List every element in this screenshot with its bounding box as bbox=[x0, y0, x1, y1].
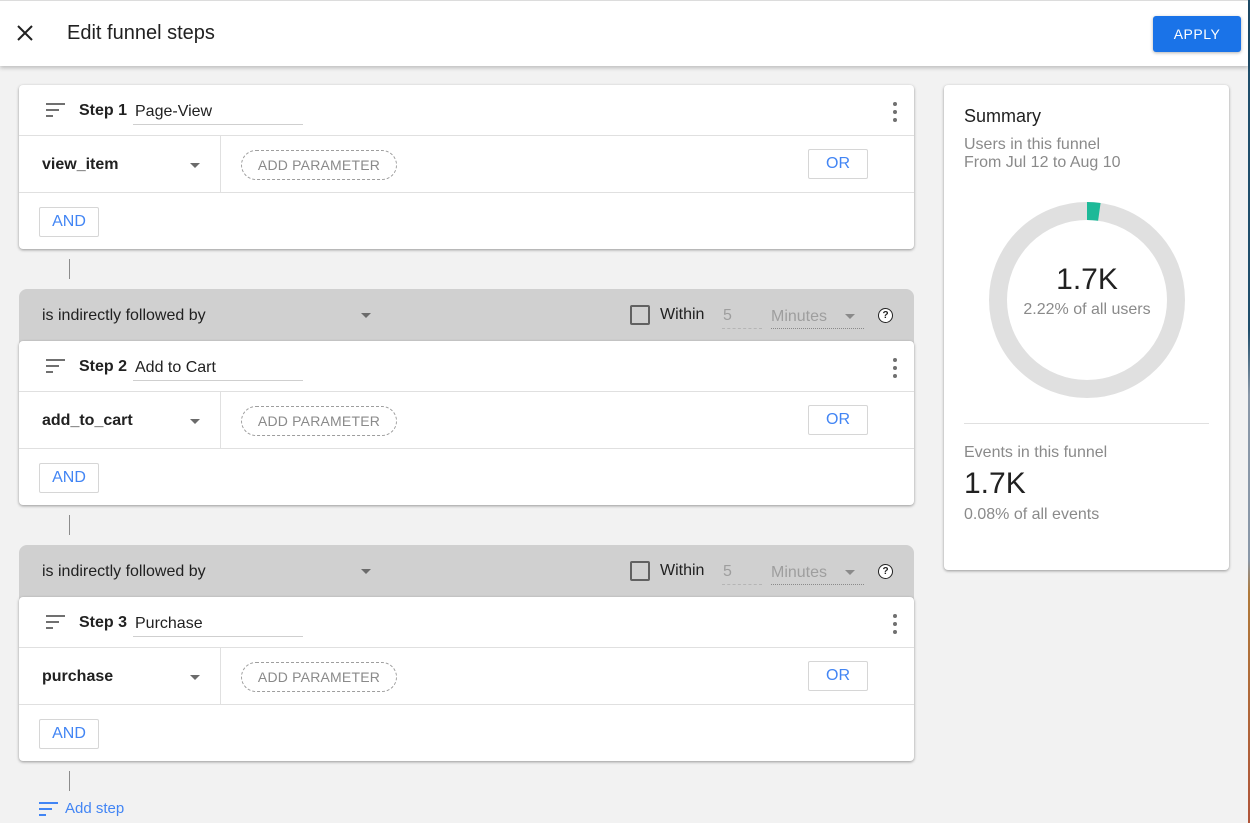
caret-down-icon bbox=[845, 570, 855, 575]
step-header: Step 3 bbox=[19, 597, 914, 648]
donut-track bbox=[989, 202, 1185, 398]
within-unit-select[interactable]: Minutes bbox=[771, 560, 864, 585]
events-label: Events in this funnel bbox=[964, 444, 1108, 461]
and-button[interactable]: AND bbox=[39, 463, 99, 493]
step-name-input[interactable] bbox=[133, 351, 303, 381]
step-footer: AND bbox=[19, 705, 914, 761]
within-unit: Minutes bbox=[771, 564, 828, 581]
drag-handle-icon[interactable] bbox=[46, 103, 66, 117]
condition-row: purchase ADD PARAMETER OR bbox=[19, 648, 914, 705]
caret-down-icon bbox=[361, 569, 371, 574]
add-step-label: Add step bbox=[65, 800, 125, 817]
add-parameter-button[interactable]: ADD PARAMETER bbox=[241, 406, 397, 436]
step-header: Step 2 bbox=[19, 341, 914, 392]
condition-row: add_to_cart ADD PARAMETER OR bbox=[19, 392, 914, 449]
page-title: Edit funnel steps bbox=[67, 22, 215, 44]
step-footer: AND bbox=[19, 449, 914, 505]
step-footer: AND bbox=[19, 193, 914, 249]
apply-button[interactable]: APPLY bbox=[1153, 16, 1241, 52]
caret-down-icon bbox=[190, 675, 200, 680]
transition-type: is indirectly followed by bbox=[42, 307, 206, 324]
help-icon[interactable]: ? bbox=[878, 564, 893, 579]
within-checkbox[interactable] bbox=[630, 561, 650, 581]
step-card-3: Step 3 purchase ADD PARAMETER OR AND bbox=[19, 597, 914, 761]
events-value: 1.7K bbox=[964, 467, 1026, 500]
help-icon[interactable]: ? bbox=[878, 308, 893, 323]
within-value-input[interactable]: 5 bbox=[722, 560, 762, 585]
dialog-header: Edit funnel steps APPLY bbox=[0, 0, 1248, 66]
step-header: Step 1 bbox=[19, 85, 914, 136]
event-name: view_item bbox=[42, 156, 119, 173]
step-label: Step 3 bbox=[79, 614, 128, 631]
transition-type-select[interactable]: is indirectly followed by bbox=[19, 545, 389, 597]
event-select[interactable]: view_item bbox=[19, 136, 221, 192]
date-range: From Jul 12 to Aug 10 bbox=[964, 154, 1121, 171]
step-label: Step 1 bbox=[79, 102, 128, 119]
step-card-1: Step 1 view_item ADD PARAMETER OR AND bbox=[19, 85, 914, 249]
summary-title: Summary bbox=[964, 106, 1042, 126]
users-donut-chart bbox=[989, 202, 1185, 398]
transition-type-select[interactable]: is indirectly followed by bbox=[19, 289, 389, 341]
step-card-2: Step 2 add_to_cart ADD PARAMETER OR AND bbox=[19, 341, 914, 505]
step-connector bbox=[69, 259, 70, 279]
add-step-button[interactable]: Add step bbox=[39, 800, 124, 817]
step-name-input[interactable] bbox=[133, 607, 303, 637]
step-name-input[interactable] bbox=[133, 95, 303, 125]
add-parameter-button[interactable]: ADD PARAMETER bbox=[241, 150, 397, 180]
more-options-icon[interactable] bbox=[890, 358, 900, 378]
add-step-icon bbox=[39, 801, 58, 816]
or-button[interactable]: OR bbox=[808, 149, 868, 179]
summary-panel: Summary Users in this funnel From Jul 12… bbox=[944, 85, 1229, 570]
drag-handle-icon[interactable] bbox=[46, 359, 66, 373]
within-unit: Minutes bbox=[771, 308, 828, 325]
drag-handle-icon[interactable] bbox=[46, 615, 66, 629]
within-unit-select[interactable]: Minutes bbox=[771, 304, 864, 329]
and-button[interactable]: AND bbox=[39, 719, 99, 749]
more-options-icon[interactable] bbox=[890, 102, 900, 122]
users-label: Users in this funnel bbox=[964, 136, 1101, 153]
caret-down-icon bbox=[361, 313, 371, 318]
within-checkbox[interactable] bbox=[630, 305, 650, 325]
transition-type: is indirectly followed by bbox=[42, 563, 206, 580]
event-select[interactable]: add_to_cart bbox=[19, 392, 221, 448]
transition-bar-2: is indirectly followed by Within 5 Minut… bbox=[19, 545, 914, 605]
or-button[interactable]: OR bbox=[808, 405, 868, 435]
within-label: Within bbox=[660, 306, 705, 323]
event-select[interactable]: purchase bbox=[19, 648, 221, 704]
step-connector bbox=[69, 771, 70, 791]
caret-down-icon bbox=[190, 419, 200, 424]
add-parameter-button[interactable]: ADD PARAMETER bbox=[241, 662, 397, 692]
users-percent: 2.22% of all users bbox=[1023, 301, 1151, 318]
divider bbox=[964, 423, 1209, 424]
caret-down-icon bbox=[845, 314, 855, 319]
caret-down-icon bbox=[190, 163, 200, 168]
and-button[interactable]: AND bbox=[39, 207, 99, 237]
events-percent: 0.08% of all events bbox=[964, 506, 1100, 523]
transition-bar-1: is indirectly followed by Within 5 Minut… bbox=[19, 289, 914, 349]
close-icon bbox=[17, 25, 33, 41]
event-name: add_to_cart bbox=[42, 412, 133, 429]
event-name: purchase bbox=[42, 668, 114, 685]
users-value: 1.7K bbox=[1056, 263, 1118, 296]
more-options-icon[interactable] bbox=[890, 614, 900, 634]
within-label: Within bbox=[660, 562, 705, 579]
within-value-input[interactable]: 5 bbox=[722, 304, 762, 329]
or-button[interactable]: OR bbox=[808, 661, 868, 691]
step-connector bbox=[69, 515, 70, 535]
condition-row: view_item ADD PARAMETER OR bbox=[19, 136, 914, 193]
close-button[interactable] bbox=[12, 20, 38, 46]
step-label: Step 2 bbox=[79, 358, 128, 375]
